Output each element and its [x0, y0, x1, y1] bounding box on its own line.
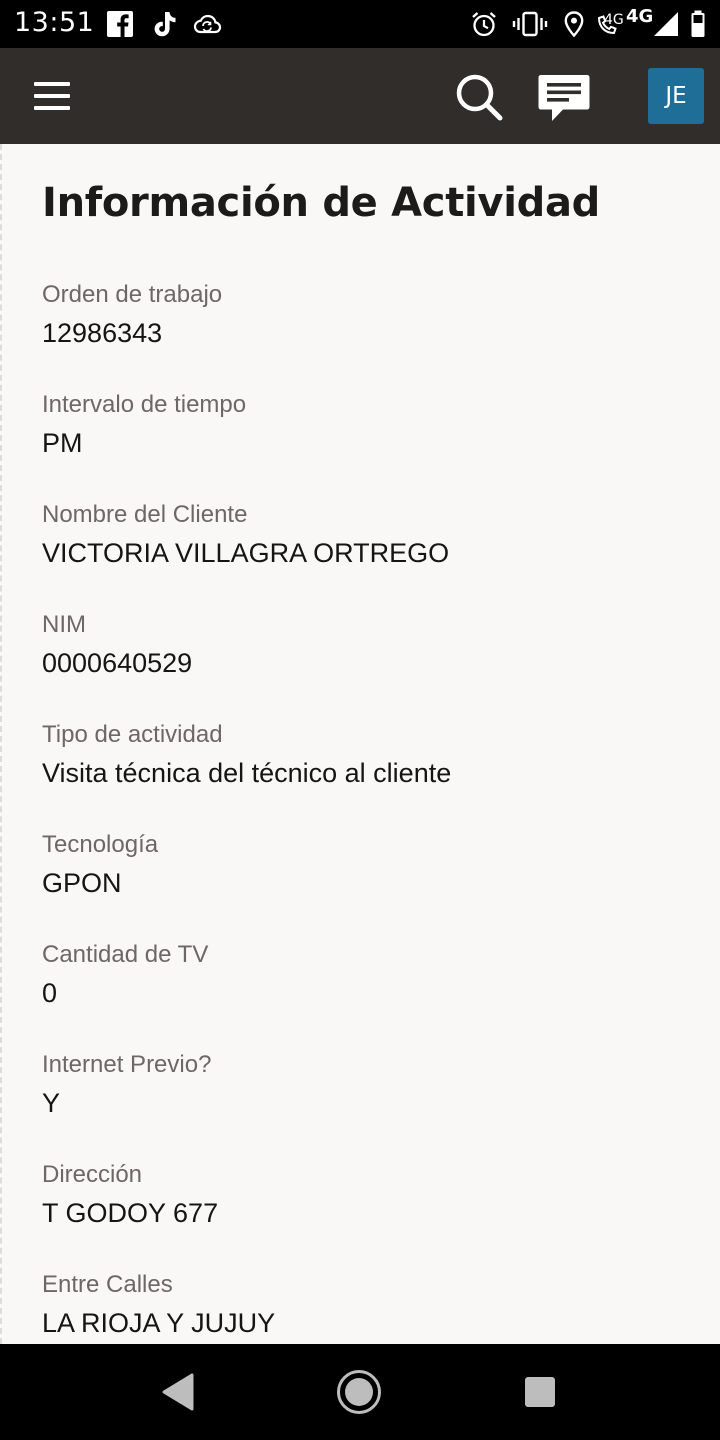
- field-value: VICTORIA VILLAGRA ORTREGO: [42, 538, 450, 568]
- field-nim: NIM 0000640529: [42, 608, 702, 718]
- field-work-order: Orden de trabajo 12986343: [42, 278, 702, 388]
- field-previous-internet: Internet Previo? Y: [42, 1048, 702, 1158]
- status-bar: 13:51 4G 4G: [0, 0, 720, 48]
- location-icon: [564, 11, 584, 38]
- field-value: 12986343: [42, 318, 163, 348]
- field-tv-count: Cantidad de TV 0: [42, 938, 702, 1048]
- field-technology: Tecnología GPON: [42, 828, 702, 938]
- signal-icon: [654, 12, 678, 36]
- hamburger-menu-icon[interactable]: [34, 82, 70, 110]
- cloud-sync-icon: [193, 14, 222, 34]
- navigation-bar: [0, 1344, 720, 1440]
- field-label: Tipo de actividad: [42, 721, 223, 748]
- field-value: 0: [42, 978, 58, 1008]
- field-label: Intervalo de tiempo: [42, 391, 247, 418]
- status-time: 13:51: [14, 7, 95, 38]
- field-value: GPON: [42, 868, 122, 898]
- home-icon[interactable]: [336, 1369, 382, 1415]
- field-customer-name: Nombre del Cliente VICTORIA VILLAGRA ORT…: [42, 498, 702, 608]
- tiktok-icon: [154, 12, 176, 37]
- alarm-icon: [472, 12, 496, 37]
- page-title: Información de Actividad: [42, 180, 600, 226]
- recents-icon[interactable]: [525, 1377, 555, 1407]
- facebook-icon: [107, 11, 133, 37]
- field-label: Nombre del Cliente: [42, 501, 248, 528]
- search-icon[interactable]: [454, 72, 504, 122]
- field-label: Internet Previo?: [42, 1051, 212, 1078]
- field-value: T GODOY 677: [42, 1198, 219, 1228]
- chat-icon[interactable]: [536, 72, 592, 126]
- user-avatar[interactable]: JE: [648, 68, 704, 124]
- battery-icon: [691, 10, 705, 37]
- field-time-interval: Intervalo de tiempo PM: [42, 388, 702, 498]
- field-value: Visita técnica del técnico al cliente: [42, 758, 452, 788]
- field-activity-type: Tipo de actividad Visita técnica del téc…: [42, 718, 702, 828]
- field-label: Tecnología: [42, 831, 159, 858]
- field-address: Dirección T GODOY 677: [42, 1158, 702, 1268]
- activity-fields-list: Orden de trabajo 12986343 Intervalo de t…: [42, 278, 702, 1344]
- field-label: Dirección: [42, 1161, 143, 1188]
- back-icon[interactable]: [160, 1372, 196, 1412]
- vibrate-icon: [512, 11, 548, 37]
- field-label: NIM: [42, 611, 86, 638]
- activity-details-panel: Información de Actividad Orden de trabaj…: [0, 144, 720, 1344]
- field-value: 0000640529: [42, 648, 193, 678]
- field-value: LA RIOJA Y JUJUY: [42, 1308, 276, 1338]
- field-label: Cantidad de TV: [42, 941, 209, 968]
- network-type-large: 4G: [626, 6, 654, 27]
- field-label: Orden de trabajo: [42, 281, 223, 308]
- field-cross-streets: Entre Calles LA RIOJA Y JUJUY: [42, 1268, 702, 1344]
- field-value: Y: [42, 1088, 61, 1118]
- app-header: JE: [0, 48, 720, 144]
- network-type-small: 4G: [604, 12, 624, 28]
- field-value: PM: [42, 428, 83, 458]
- field-label: Entre Calles: [42, 1271, 173, 1298]
